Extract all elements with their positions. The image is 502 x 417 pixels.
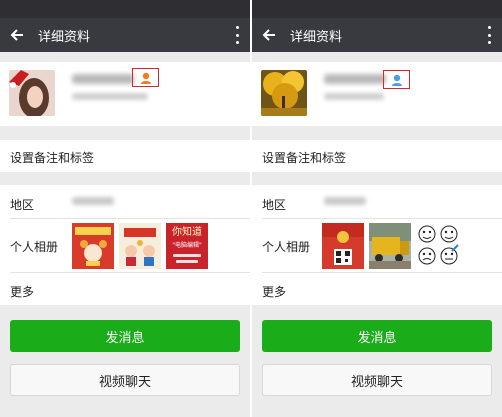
avatar[interactable] <box>261 70 307 116</box>
avatar[interactable] <box>9 70 55 116</box>
set-remark-row[interactable]: 设置备注和标签 <box>0 140 250 172</box>
status-bar <box>252 0 502 18</box>
app-bar: 详细资料 <box>0 18 250 52</box>
divider <box>10 272 250 273</box>
album-label: 个人相册 <box>10 240 59 254</box>
male-gender-icon <box>391 74 402 86</box>
set-remark-label: 设置备注和标签 <box>262 151 347 165</box>
gender-highlight-box <box>383 70 410 89</box>
greeting-card-image <box>119 223 161 269</box>
send-message-button[interactable]: 发消息 <box>262 320 492 352</box>
red-envelope-image <box>322 223 364 269</box>
album-thumb-3[interactable]: 你知道 "电脑编辑" <box>166 223 208 269</box>
divider <box>10 218 250 219</box>
profile-card <box>252 62 502 126</box>
album-thumb-1[interactable] <box>322 223 364 269</box>
more-menu-icon[interactable] <box>486 26 492 44</box>
avatar-image <box>9 70 55 116</box>
album-label: 个人相册 <box>262 240 311 254</box>
region-value-blurred <box>72 197 114 205</box>
set-remark-label: 设置备注和标签 <box>10 151 95 165</box>
more-label: 更多 <box>10 285 35 299</box>
album-thumb-1[interactable] <box>72 223 114 269</box>
thumb-subtext: "电脑编辑" <box>172 242 202 249</box>
back-button[interactable] <box>252 27 286 43</box>
phone-screen-male-contact: 详细资料 设置备注和标签 地区 个人相册 更多 发消息 视频聊天 <box>252 0 502 417</box>
nickname-blurred <box>324 74 386 84</box>
album-thumb-2[interactable] <box>369 223 411 269</box>
region-value-blurred <box>324 197 366 205</box>
back-arrow-icon <box>10 29 23 41</box>
more-label: 更多 <box>262 285 287 299</box>
more-menu-icon[interactable] <box>234 26 240 44</box>
app-bar: 详细资料 <box>252 18 502 52</box>
thumb-heading-text: 你知道 <box>172 227 202 238</box>
album-thumb-2[interactable] <box>119 223 161 269</box>
wechat-id-blurred <box>324 93 384 100</box>
status-bar <box>0 0 250 18</box>
divider <box>262 272 502 273</box>
set-remark-row[interactable]: 设置备注和标签 <box>252 140 502 172</box>
screenshot-composite: 详细资料 设置备注和标签 地区 个人相册 更多 你知道 "电脑编辑" 发消息 视… <box>0 0 502 417</box>
send-message-button[interactable]: 发消息 <box>10 320 240 352</box>
page-title: 详细资料 <box>290 29 343 45</box>
profile-card <box>0 62 250 126</box>
region-label: 地区 <box>262 198 287 212</box>
wechat-id-blurred <box>72 93 148 100</box>
new-year-poster-image <box>72 223 114 269</box>
nickname-blurred <box>72 74 134 84</box>
female-gender-icon <box>140 72 151 84</box>
truck-photo-image <box>369 223 411 269</box>
back-button[interactable] <box>0 27 34 43</box>
album-thumb-3[interactable] <box>416 223 460 269</box>
phone-screen-female-contact: 详细资料 设置备注和标签 地区 个人相册 更多 你知道 "电脑编辑" 发消息 视… <box>0 0 250 417</box>
region-label: 地区 <box>10 198 35 212</box>
divider <box>262 218 502 219</box>
video-call-button[interactable]: 视频聊天 <box>10 364 240 396</box>
page-title: 详细资料 <box>38 29 91 45</box>
avatar-image <box>261 70 307 116</box>
video-call-button[interactable]: 视频聊天 <box>262 364 492 396</box>
back-arrow-icon <box>262 29 275 41</box>
meme-faces-image <box>416 223 460 269</box>
gender-highlight-box <box>132 68 159 87</box>
